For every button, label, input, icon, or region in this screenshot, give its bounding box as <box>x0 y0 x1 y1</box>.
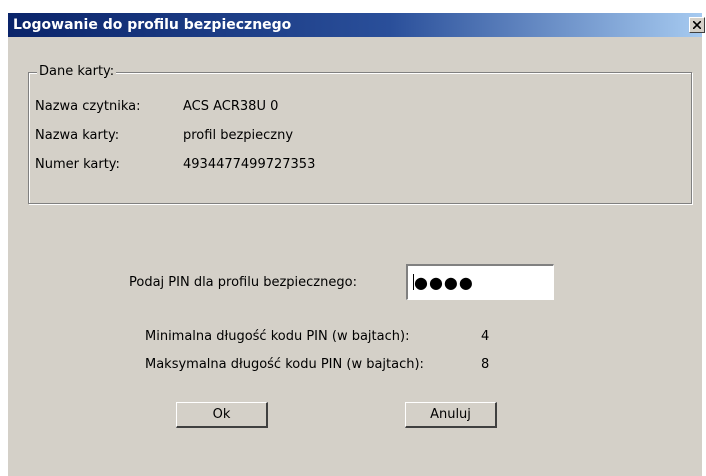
card-number-value: 4934477499727353 <box>183 157 316 172</box>
login-dialog: Logowanie do profilu bezpiecznego Dane k… <box>7 12 705 476</box>
cancel-button[interactable]: Anuluj <box>405 402 497 428</box>
max-pin-length-label: Maksymalna długość kodu PIN (w bajtach): <box>145 357 424 372</box>
min-pin-length-value: 4 <box>481 329 490 344</box>
close-button[interactable] <box>689 17 705 33</box>
card-data-legend: Dane karty: <box>37 64 117 80</box>
text-caret <box>413 274 414 290</box>
card-name-label: Nazwa karty: <box>35 128 120 143</box>
pin-label: Podaj PIN dla profilu bezpiecznego: <box>129 275 357 290</box>
max-pin-length-value: 8 <box>481 357 490 372</box>
reader-name-value: ACS ACR38U 0 <box>183 99 279 114</box>
min-pin-length-label: Minimalna długość kodu PIN (w bajtach): <box>145 329 410 344</box>
screen: Logowanie do profilu bezpiecznego Dane k… <box>0 0 706 476</box>
reader-name-label: Nazwa czytnika: <box>35 99 141 114</box>
ok-button[interactable]: Ok <box>176 402 268 428</box>
card-name-value: profil bezpieczny <box>183 128 294 143</box>
close-icon <box>693 21 701 29</box>
pin-input[interactable] <box>406 264 554 300</box>
window-title: Logowanie do profilu bezpiecznego <box>13 17 292 33</box>
card-number-label: Numer karty: <box>35 157 120 172</box>
title-bar[interactable]: Logowanie do profilu bezpiecznego <box>8 13 705 37</box>
card-data-group: Dane karty: <box>28 64 692 204</box>
